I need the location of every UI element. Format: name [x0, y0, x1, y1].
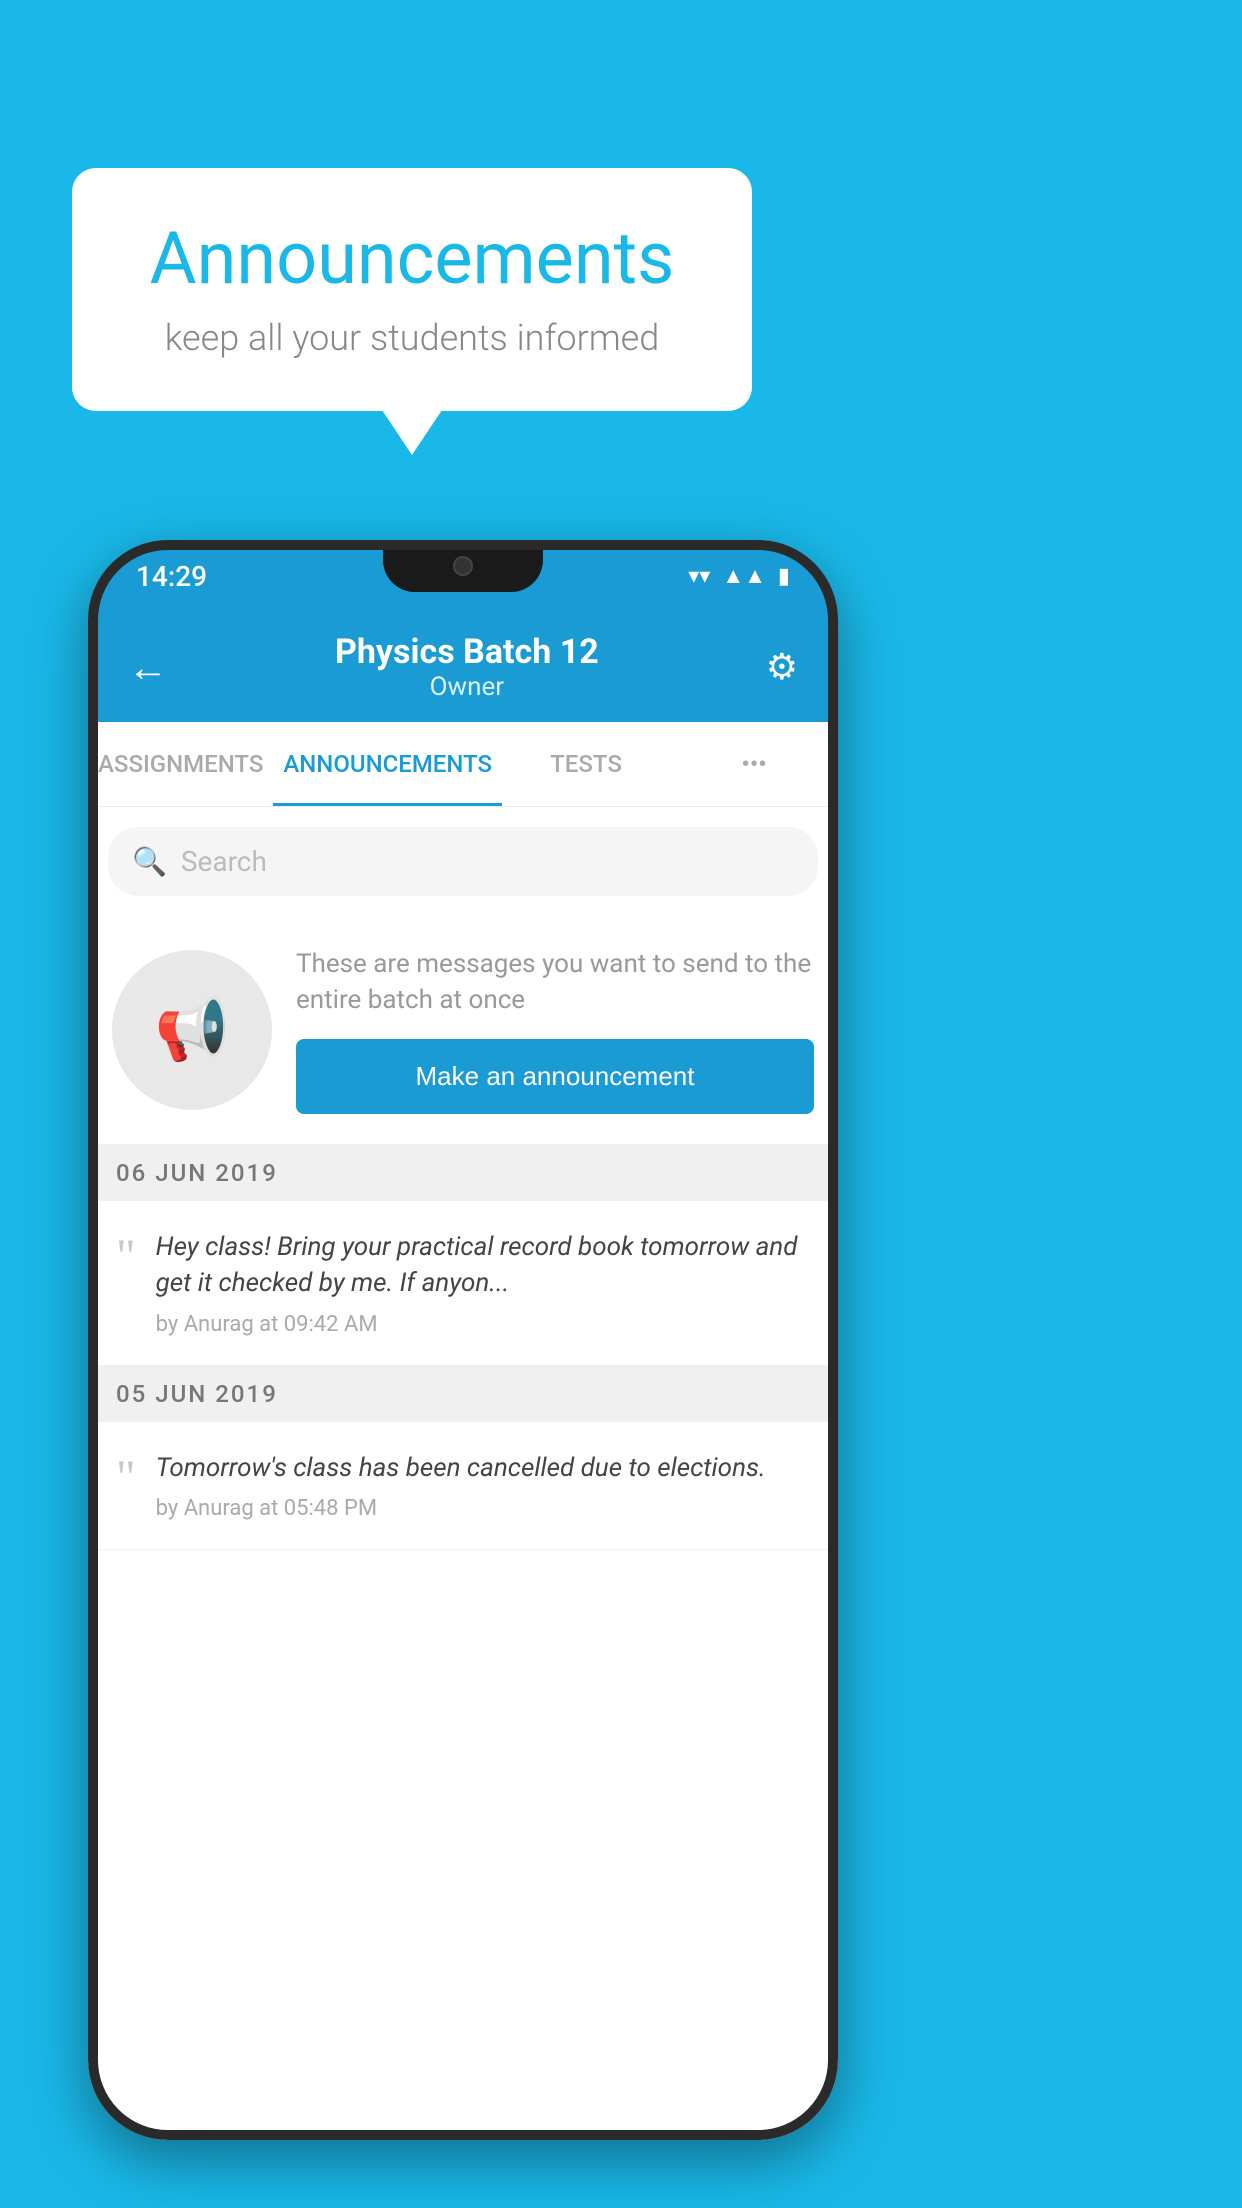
- announcement-item-2[interactable]: " Tomorrow's class has been cancelled du…: [88, 1422, 838, 1550]
- announcement-text-1: Hey class! Bring your practical record b…: [156, 1229, 810, 1302]
- phone-notch: [383, 540, 543, 592]
- announcement-description: These are messages you want to send to t…: [296, 946, 814, 1019]
- screen-content: 🔍 Search 📢 These are messages you want t…: [88, 807, 838, 2140]
- batch-title: Physics Batch 12: [335, 632, 599, 672]
- speech-bubble-subtitle: keep all your students informed: [132, 317, 692, 359]
- speech-bubble-title: Announcements: [132, 216, 692, 301]
- megaphone-icon: 📢: [155, 994, 230, 1065]
- make-announcement-button[interactable]: Make an announcement: [296, 1039, 814, 1114]
- signal-icon: ▲▲: [722, 563, 766, 589]
- status-bar: 14:29 ▾▾ ▲▲ ▮: [88, 540, 838, 612]
- app-header: ← Physics Batch 12 Owner ⚙: [88, 612, 838, 722]
- search-placeholder: Search: [181, 845, 267, 878]
- tab-more[interactable]: •••: [670, 722, 838, 806]
- tab-bar: ASSIGNMENTS ANNOUNCEMENTS TESTS •••: [88, 722, 838, 807]
- announcement-meta-2: by Anurag at 05:48 PM: [156, 1496, 766, 1521]
- status-icons: ▾▾ ▲▲ ▮: [688, 563, 790, 589]
- announcement-empty-right: These are messages you want to send to t…: [296, 946, 814, 1114]
- header-title-group: Physics Batch 12 Owner: [335, 632, 599, 702]
- battery-icon: ▮: [778, 564, 790, 589]
- announcement-text-2: Tomorrow's class has been cancelled due …: [156, 1450, 766, 1486]
- speech-bubble: Announcements keep all your students inf…: [72, 168, 752, 411]
- date-divider-2: 05 JUN 2019: [88, 1366, 838, 1422]
- batch-role: Owner: [335, 672, 599, 702]
- search-icon: 🔍: [132, 845, 167, 878]
- tab-announcements[interactable]: ANNOUNCEMENTS: [273, 722, 502, 806]
- search-bar[interactable]: 🔍 Search: [108, 827, 818, 896]
- phone-device: 14:29 ▾▾ ▲▲ ▮ ← Physics Batch 12 Owner ⚙…: [88, 540, 838, 2140]
- announcement-empty-state: 📢 These are messages you want to send to…: [88, 916, 838, 1145]
- tab-tests[interactable]: TESTS: [502, 722, 670, 806]
- back-button[interactable]: ←: [128, 644, 168, 691]
- announcement-icon-circle: 📢: [112, 950, 272, 1110]
- front-camera: [453, 556, 473, 576]
- quote-icon-2: ": [116, 1454, 136, 1502]
- settings-button[interactable]: ⚙: [766, 646, 798, 688]
- status-time: 14:29: [136, 560, 207, 593]
- date-divider-1: 06 JUN 2019: [88, 1145, 838, 1201]
- wifi-icon: ▾▾: [688, 564, 710, 589]
- announcement-item-1[interactable]: " Hey class! Bring your practical record…: [88, 1201, 838, 1366]
- quote-icon-1: ": [116, 1233, 136, 1281]
- announcement-text-wrap-1: Hey class! Bring your practical record b…: [156, 1229, 810, 1337]
- announcement-text-wrap-2: Tomorrow's class has been cancelled due …: [156, 1450, 766, 1521]
- tab-assignments[interactable]: ASSIGNMENTS: [88, 722, 273, 806]
- announcement-meta-1: by Anurag at 09:42 AM: [156, 1312, 810, 1337]
